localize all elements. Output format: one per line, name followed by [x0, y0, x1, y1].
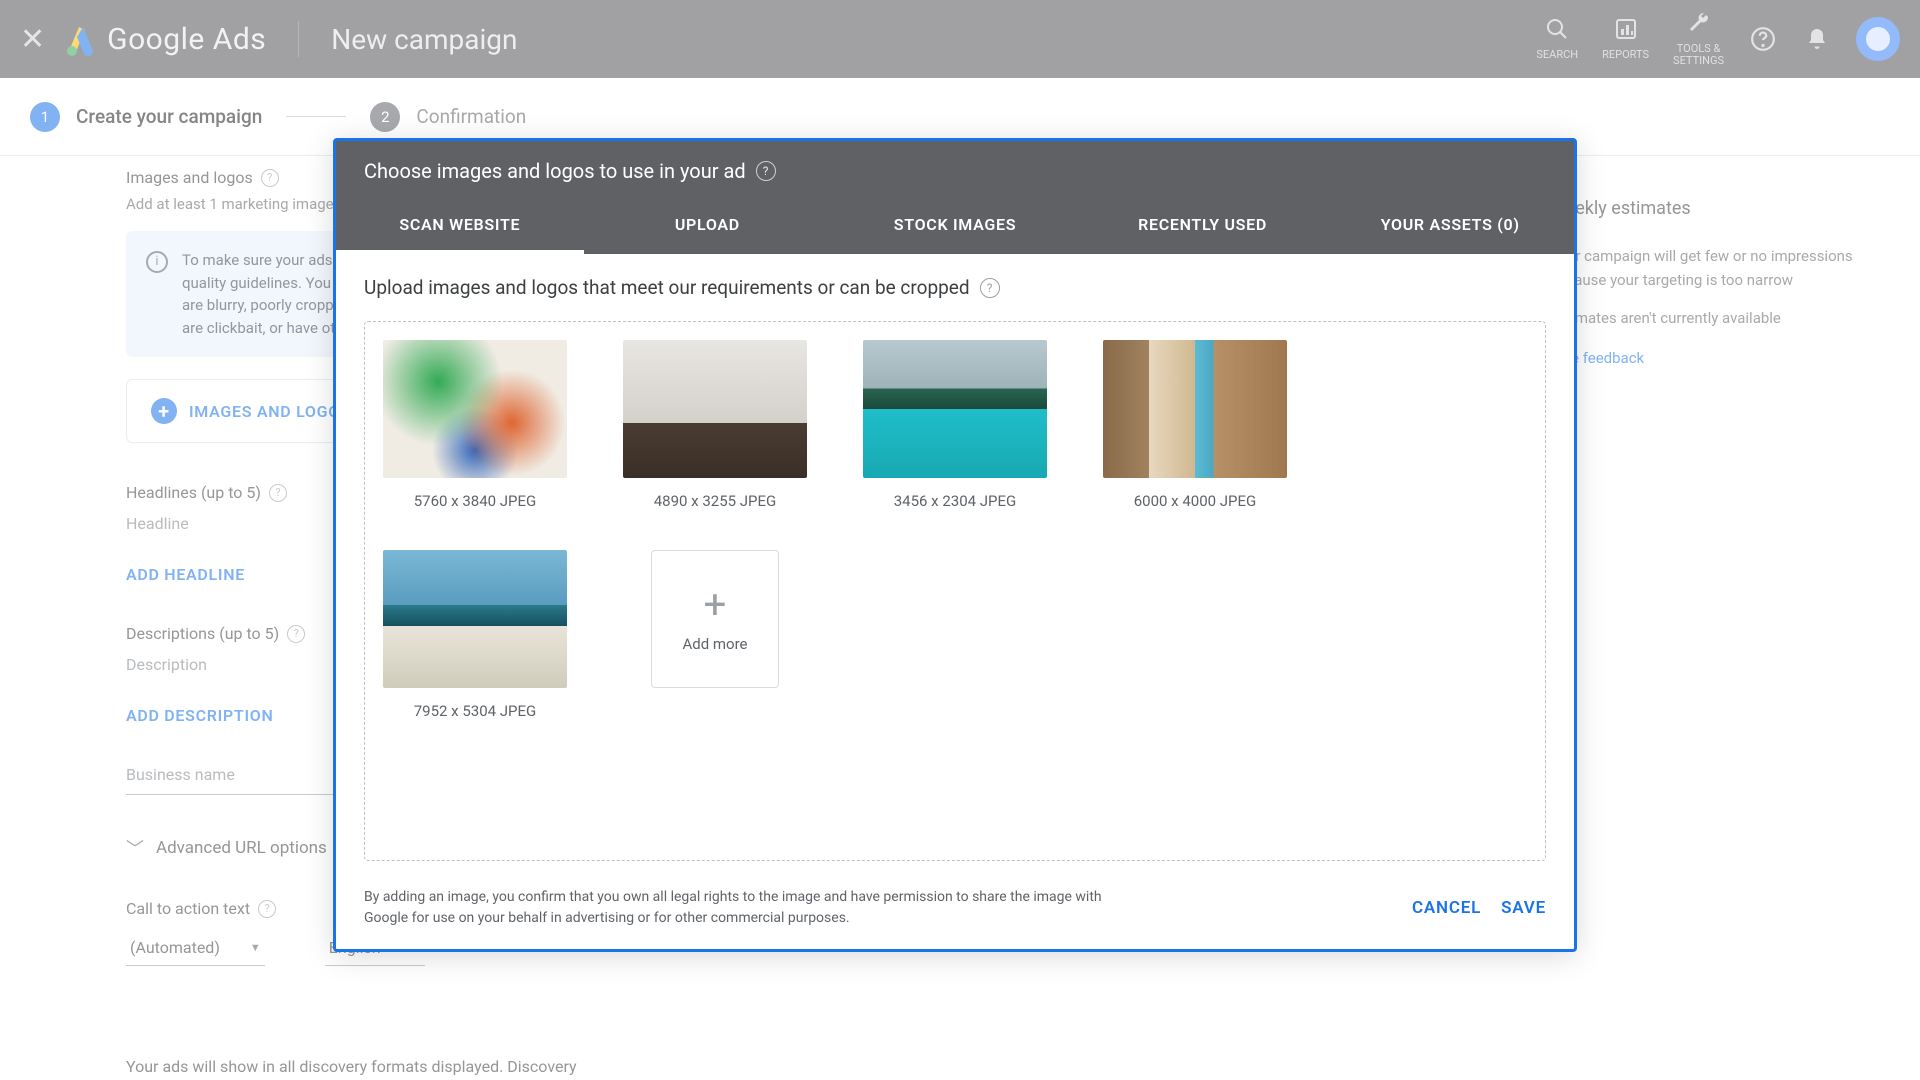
thumbnail-image — [863, 340, 1047, 478]
save-button[interactable]: SAVE — [1501, 898, 1546, 918]
upload-heading: Upload images and logos that meet our re… — [364, 276, 1546, 299]
modal-title: Choose images and logos to use in your a… — [336, 159, 1574, 199]
upload-grid: 5760 x 3840 JPEG 4890 x 3255 JPEG 3456 x… — [364, 321, 1546, 861]
thumb-dimensions: 4890 x 3255 JPEG — [654, 492, 777, 510]
image-picker-modal: Choose images and logos to use in your a… — [333, 138, 1577, 952]
thumbnail-image — [623, 340, 807, 478]
cancel-button[interactable]: CANCEL — [1412, 898, 1481, 918]
thumb-dimensions: 7952 x 5304 JPEG — [414, 702, 537, 720]
thumb-dimensions: 5760 x 3840 JPEG — [414, 492, 537, 510]
image-thumb[interactable]: 7952 x 5304 JPEG — [383, 550, 567, 720]
help-icon[interactable]: ? — [756, 161, 776, 181]
tab-your-assets[interactable]: YOUR ASSETS (0) — [1326, 199, 1574, 254]
tab-stock-images[interactable]: STOCK IMAGES — [831, 199, 1079, 254]
modal-body: Upload images and logos that meet our re… — [336, 254, 1574, 875]
add-more-tile[interactable]: + Add more — [623, 550, 807, 720]
thumbnail-image — [383, 550, 567, 688]
plus-icon: + — [704, 585, 727, 625]
tab-recently-used[interactable]: RECENTLY USED — [1079, 199, 1327, 254]
image-thumb[interactable]: 3456 x 2304 JPEG — [863, 340, 1047, 510]
thumbnail-image — [1103, 340, 1287, 478]
tab-scan-website[interactable]: SCAN WEBSITE — [336, 199, 584, 254]
tab-upload[interactable]: UPLOAD — [584, 199, 832, 254]
legal-text: By adding an image, you confirm that you… — [364, 887, 1124, 929]
thumbnail-image — [383, 340, 567, 478]
thumb-dimensions: 6000 x 4000 JPEG — [1134, 492, 1257, 510]
help-icon[interactable]: ? — [980, 278, 1000, 298]
modal-tabs: SCAN WEBSITE UPLOAD STOCK IMAGES RECENTL… — [336, 199, 1574, 254]
thumb-dimensions: 3456 x 2304 JPEG — [894, 492, 1017, 510]
modal-footer: By adding an image, you confirm that you… — [336, 875, 1574, 949]
image-thumb[interactable]: 5760 x 3840 JPEG — [383, 340, 567, 510]
modal-header: Choose images and logos to use in your a… — [336, 141, 1574, 254]
image-thumb[interactable]: 6000 x 4000 JPEG — [1103, 340, 1287, 510]
image-thumb[interactable]: 4890 x 3255 JPEG — [623, 340, 807, 510]
